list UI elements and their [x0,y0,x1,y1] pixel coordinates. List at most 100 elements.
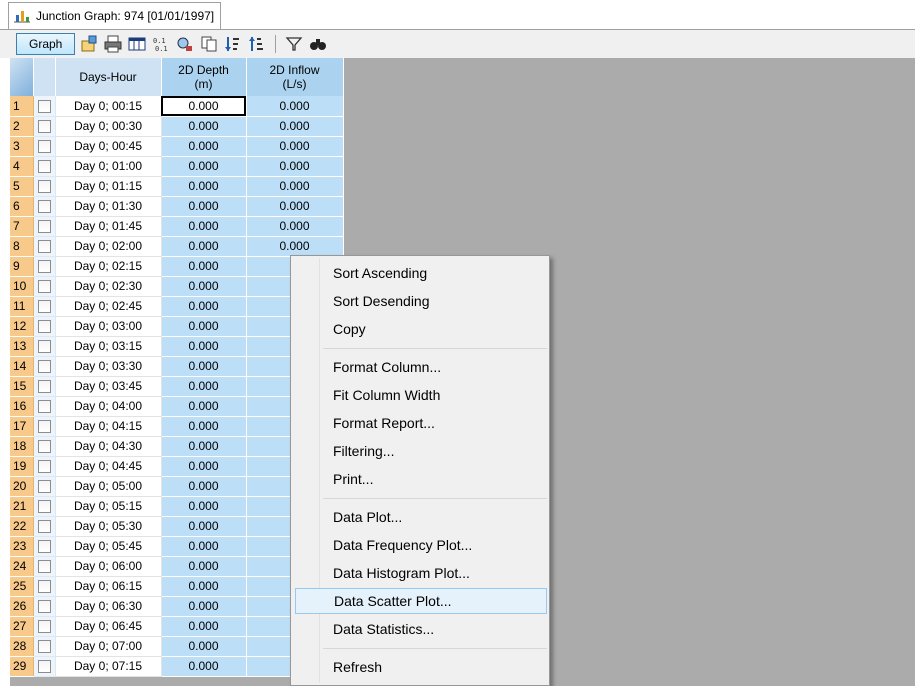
row-checkbox[interactable] [33,536,56,557]
depth-cell[interactable]: 0.000 [161,356,247,377]
days-hour-cell[interactable]: Day 0; 05:15 [55,496,162,517]
row-checkbox[interactable] [33,476,56,497]
row-checkbox[interactable] [33,276,56,297]
inflow-cell[interactable]: 0.000 [246,156,344,177]
depth-cell[interactable]: 0.000 [161,376,247,397]
days-hour-cell[interactable]: Day 0; 02:15 [55,256,162,277]
row-checkbox[interactable] [33,316,56,337]
days-hour-cell[interactable]: Day 0; 05:00 [55,476,162,497]
depth-cell[interactable]: 0.000 [161,536,247,557]
row-checkbox[interactable] [33,436,56,457]
days-hour-cell[interactable]: Day 0; 06:00 [55,556,162,577]
menu-filtering[interactable]: Filtering... [295,438,547,464]
inflow-cell[interactable]: 0.000 [246,116,344,137]
row-checkbox[interactable] [33,296,56,317]
days-hour-cell[interactable]: Day 0; 04:00 [55,396,162,417]
row-checkbox[interactable] [33,356,56,377]
row-number[interactable]: 29 [10,656,34,677]
row-number[interactable]: 15 [10,376,34,397]
row-number[interactable]: 7 [10,216,34,237]
sort-descending-icon[interactable] [247,34,267,54]
inflow-cell[interactable]: 0.000 [246,196,344,217]
row-checkbox[interactable] [33,216,56,237]
row-checkbox[interactable] [33,456,56,477]
header-days-hour[interactable]: Days-Hour [55,58,162,96]
depth-cell[interactable]: 0.000 [161,296,247,317]
row-checkbox[interactable] [33,256,56,277]
row-number[interactable]: 25 [10,576,34,597]
row-number[interactable]: 24 [10,556,34,577]
row-number[interactable]: 11 [10,296,34,317]
header-2d-inflow[interactable]: 2D Inflow (L/s) [246,58,344,96]
depth-cell[interactable]: 0.000 [161,136,247,157]
row-number[interactable]: 13 [10,336,34,357]
table-icon[interactable] [127,34,147,54]
row-number[interactable]: 22 [10,516,34,537]
depth-cell[interactable]: 0.000 [161,656,247,677]
row-number[interactable]: 14 [10,356,34,377]
days-hour-cell[interactable]: Day 0; 02:30 [55,276,162,297]
days-hour-cell[interactable]: Day 0; 06:15 [55,576,162,597]
header-2d-depth[interactable]: 2D Depth (m) [161,58,247,96]
days-hour-cell[interactable]: Day 0; 07:15 [55,656,162,677]
depth-cell[interactable]: 0.000 [161,556,247,577]
row-number[interactable]: 19 [10,456,34,477]
days-hour-cell[interactable]: Day 0; 05:45 [55,536,162,557]
menu-print[interactable]: Print... [295,466,547,492]
row-checkbox[interactable] [33,616,56,637]
table-row[interactable]: 1 Day 0; 00:15 0.000 0.000 [10,96,344,117]
depth-cell[interactable]: 0.000 [161,576,247,597]
row-number[interactable]: 12 [10,316,34,337]
depth-cell[interactable]: 0.000 [161,216,247,237]
days-hour-cell[interactable]: Day 0; 01:30 [55,196,162,217]
row-checkbox[interactable] [33,576,56,597]
inflow-cell[interactable]: 0.000 [246,136,344,157]
days-hour-cell[interactable]: Day 0; 04:30 [55,436,162,457]
depth-cell[interactable]: 0.000 [161,456,247,477]
row-checkbox[interactable] [33,516,56,537]
row-number[interactable]: 20 [10,476,34,497]
row-number[interactable]: 5 [10,176,34,197]
row-checkbox[interactable] [33,656,56,677]
tab-junction-graph[interactable]: Junction Graph: 974 [01/01/1997] [8,2,222,29]
row-number[interactable]: 9 [10,256,34,277]
row-number[interactable]: 27 [10,616,34,637]
depth-cell[interactable]: 0.000 [161,316,247,337]
row-checkbox[interactable] [33,496,56,517]
row-checkbox[interactable] [33,156,56,177]
row-number[interactable]: 6 [10,196,34,217]
depth-cell[interactable]: 0.000 [161,516,247,537]
days-hour-cell[interactable]: Day 0; 04:45 [55,456,162,477]
depth-cell[interactable]: 0.000 [161,256,247,277]
depth-cell[interactable]: 0.000 [161,116,247,137]
menu-sort-ascending[interactable]: Sort Ascending [295,260,547,286]
days-hour-cell[interactable]: Day 0; 01:15 [55,176,162,197]
row-number[interactable]: 23 [10,536,34,557]
row-number[interactable]: 16 [10,396,34,417]
depth-cell[interactable]: 0.000 [161,96,247,117]
days-hour-cell[interactable]: Day 0; 03:45 [55,376,162,397]
sort-ascending-icon[interactable] [223,34,243,54]
menu-data-plot[interactable]: Data Plot... [295,504,547,530]
filter-icon[interactable] [284,34,304,54]
row-checkbox[interactable] [33,396,56,417]
days-hour-cell[interactable]: Day 0; 02:45 [55,296,162,317]
table-row[interactable]: 2 Day 0; 00:30 0.000 0.000 [10,116,344,137]
copy-icon[interactable] [199,34,219,54]
days-hour-cell[interactable]: Day 0; 00:45 [55,136,162,157]
properties-icon[interactable] [79,34,99,54]
menu-data-frequency-plot[interactable]: Data Frequency Plot... [295,532,547,558]
days-hour-cell[interactable]: Day 0; 01:00 [55,156,162,177]
depth-cell[interactable]: 0.000 [161,476,247,497]
days-hour-cell[interactable]: Day 0; 07:00 [55,636,162,657]
depth-cell[interactable]: 0.000 [161,636,247,657]
depth-cell[interactable]: 0.000 [161,596,247,617]
binoculars-icon[interactable] [308,34,328,54]
menu-sort-descending[interactable]: Sort Desending [295,288,547,314]
depth-cell[interactable]: 0.000 [161,156,247,177]
find-icon[interactable] [175,34,195,54]
row-number[interactable]: 2 [10,116,34,137]
depth-cell[interactable]: 0.000 [161,176,247,197]
row-checkbox[interactable] [33,136,56,157]
depth-cell[interactable]: 0.000 [161,236,247,257]
